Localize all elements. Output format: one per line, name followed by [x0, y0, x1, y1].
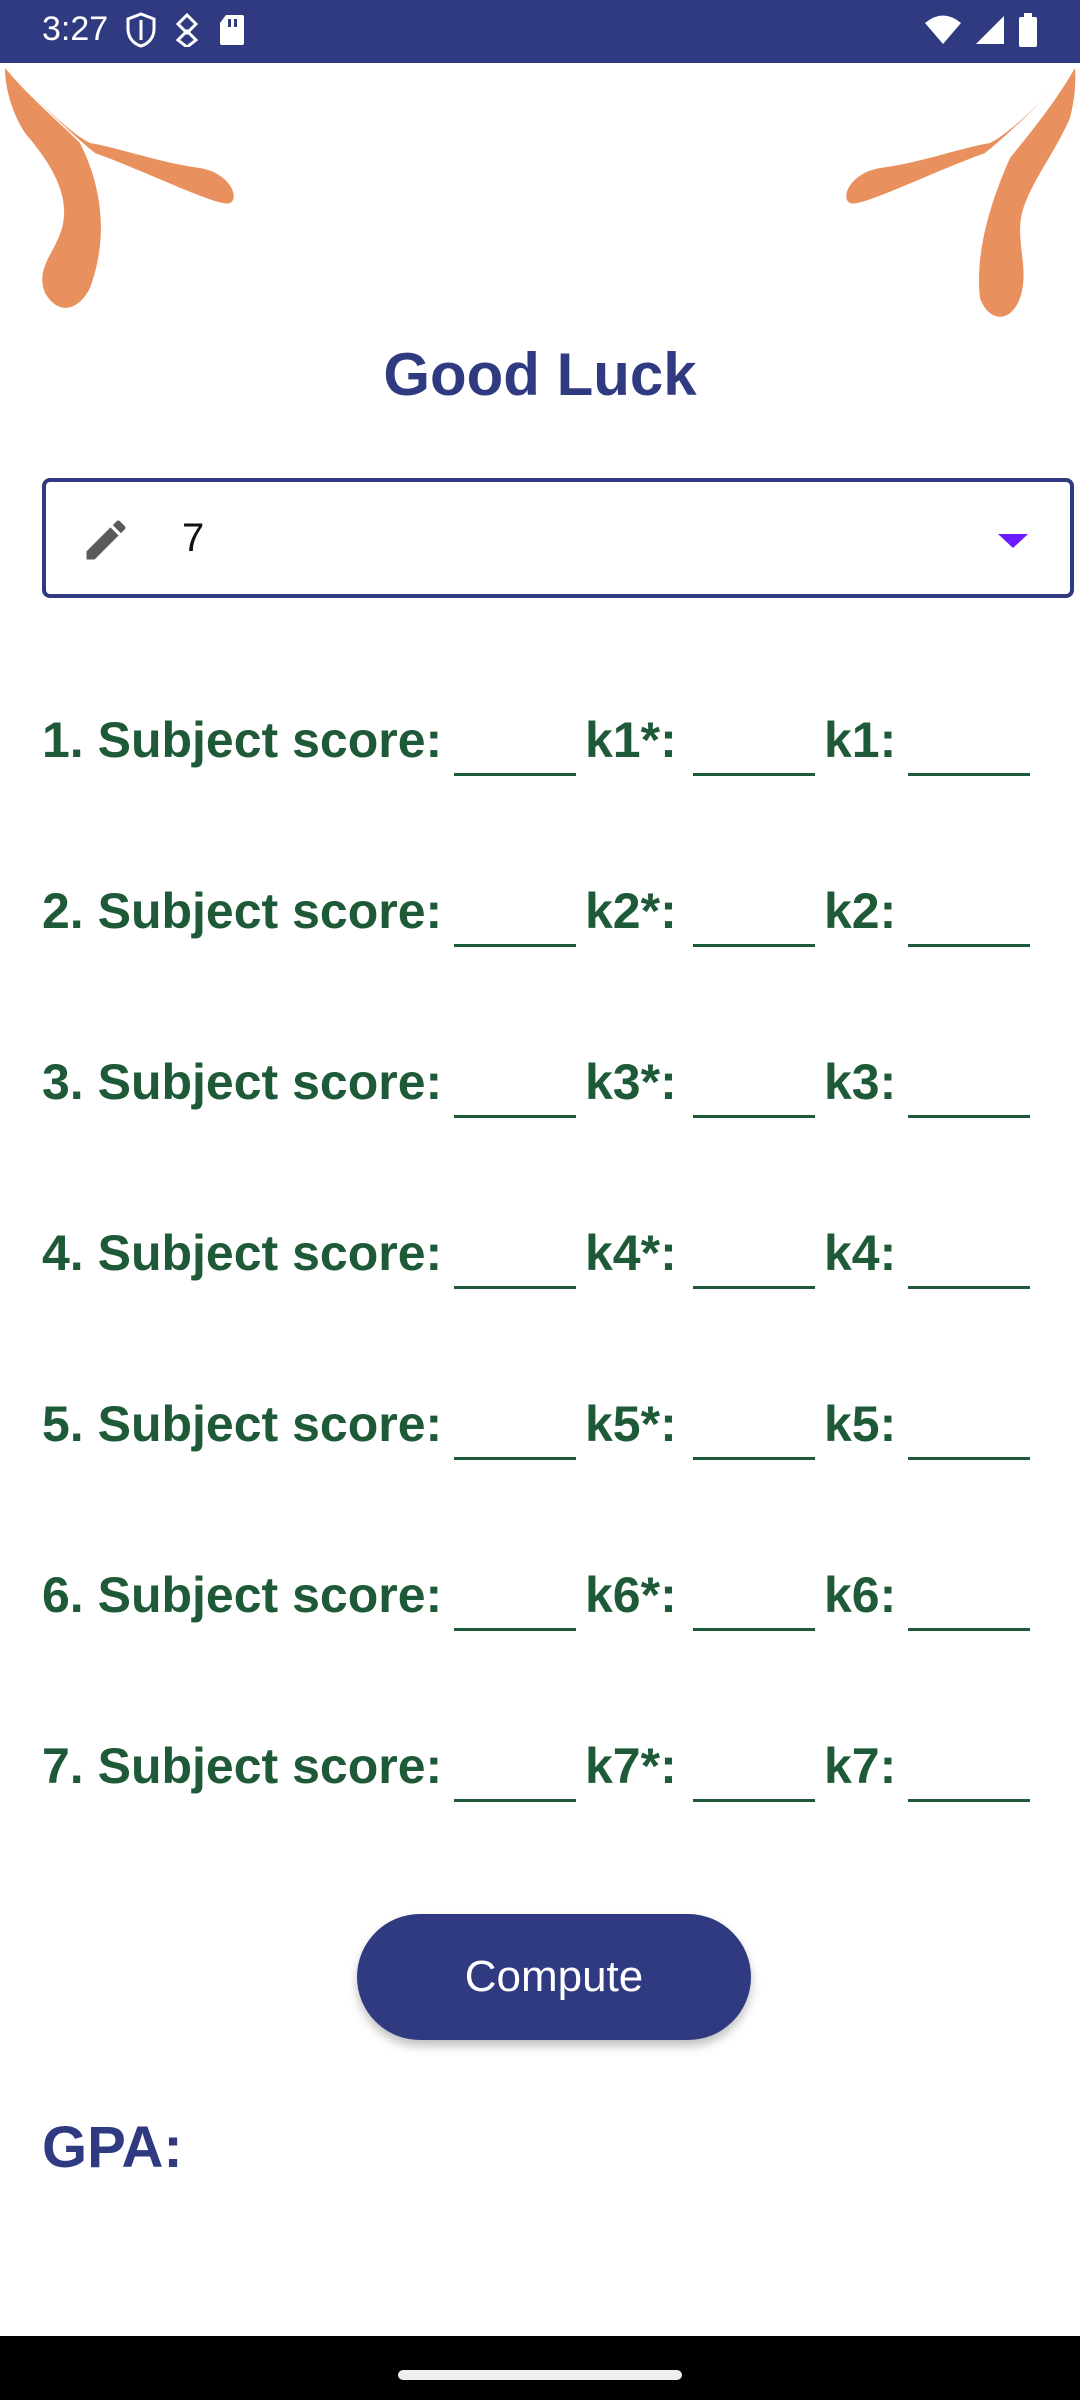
sd-card-icon	[218, 13, 246, 52]
cellular-signal-icon	[974, 14, 1006, 51]
kstar-label: k3*:	[585, 1054, 677, 1110]
subject-score-input[interactable]	[454, 1397, 576, 1460]
wifi-icon	[924, 14, 962, 51]
decoration-left-image	[5, 68, 234, 308]
kstar-input[interactable]	[693, 713, 815, 776]
shield-icon	[126, 11, 156, 53]
status-left-icons	[126, 11, 246, 53]
status-right-icons	[924, 12, 1038, 52]
k-label: k1:	[824, 712, 897, 768]
data-saver-icon	[174, 12, 200, 52]
subject-score-label: 3. Subject score:	[42, 1054, 443, 1110]
k-input[interactable]	[908, 713, 1030, 776]
status-bar: 3:27	[0, 0, 1080, 63]
k-input[interactable]	[908, 884, 1030, 947]
kstar-label: k4*:	[585, 1225, 677, 1281]
k-input[interactable]	[908, 1397, 1030, 1460]
subject-score-label: 5. Subject score:	[42, 1396, 443, 1452]
k-label: k3:	[824, 1054, 897, 1110]
k-input[interactable]	[908, 1055, 1030, 1118]
kstar-input[interactable]	[693, 1739, 815, 1802]
kstar-label: k1*:	[585, 712, 677, 768]
status-time: 3:27	[42, 10, 109, 48]
gpa-label: GPA:	[42, 2115, 183, 2180]
dropdown-value: 7	[182, 516, 205, 560]
k-label: k7:	[824, 1738, 897, 1794]
subject-score-input[interactable]	[454, 1739, 576, 1802]
k-label: k5:	[824, 1396, 897, 1452]
subject-count-dropdown[interactable]: 7	[42, 478, 1074, 598]
subject-row-5: 5. Subject score: k5*: k5:	[42, 1387, 1052, 1467]
kstar-input[interactable]	[693, 1226, 815, 1289]
subject-score-input[interactable]	[454, 1568, 576, 1631]
subject-row-3: 3. Subject score: k3*: k3:	[42, 1045, 1052, 1125]
subject-score-input[interactable]	[454, 713, 576, 776]
subject-row-4: 4. Subject score: k4*: k4:	[42, 1216, 1052, 1296]
k-input[interactable]	[908, 1568, 1030, 1631]
navigation-bar	[0, 2336, 1080, 2400]
subject-row-1: 1. Subject score: k1*: k1:	[42, 703, 1052, 783]
subject-score-label: 6. Subject score:	[42, 1567, 443, 1623]
kstar-input[interactable]	[693, 1055, 815, 1118]
pencil-icon	[80, 514, 132, 571]
k-label: k6:	[824, 1567, 897, 1623]
subject-row-7: 7. Subject score: k7*: k7:	[42, 1729, 1052, 1809]
k-input[interactable]	[908, 1226, 1030, 1289]
kstar-label: k2*:	[585, 883, 677, 939]
kstar-input[interactable]	[693, 884, 815, 947]
k-input[interactable]	[908, 1739, 1030, 1802]
page-title: Good Luck	[383, 341, 697, 408]
subject-score-label: 2. Subject score:	[42, 883, 443, 939]
kstar-label: k6*:	[585, 1567, 677, 1623]
subject-score-label: 7. Subject score:	[42, 1738, 443, 1794]
compute-button[interactable]: Compute	[357, 1914, 751, 2040]
subject-score-label: 1. Subject score:	[42, 712, 443, 768]
decoration-right-image	[846, 68, 1076, 317]
chevron-down-icon[interactable]	[998, 534, 1028, 548]
subject-score-input[interactable]	[454, 1055, 576, 1118]
home-gesture-handle[interactable]	[398, 2370, 682, 2380]
subject-score-input[interactable]	[454, 884, 576, 947]
kstar-input[interactable]	[693, 1568, 815, 1631]
subject-score-label: 4. Subject score:	[42, 1225, 443, 1281]
battery-icon	[1018, 12, 1038, 52]
k-label: k2:	[824, 883, 897, 939]
subject-row-2: 2. Subject score: k2*: k2:	[42, 874, 1052, 954]
kstar-label: k7*:	[585, 1738, 677, 1794]
k-label: k4:	[824, 1225, 897, 1281]
kstar-label: k5*:	[585, 1396, 677, 1452]
kstar-input[interactable]	[693, 1397, 815, 1460]
subject-row-6: 6. Subject score: k6*: k6:	[42, 1558, 1052, 1638]
subject-score-input[interactable]	[454, 1226, 576, 1289]
